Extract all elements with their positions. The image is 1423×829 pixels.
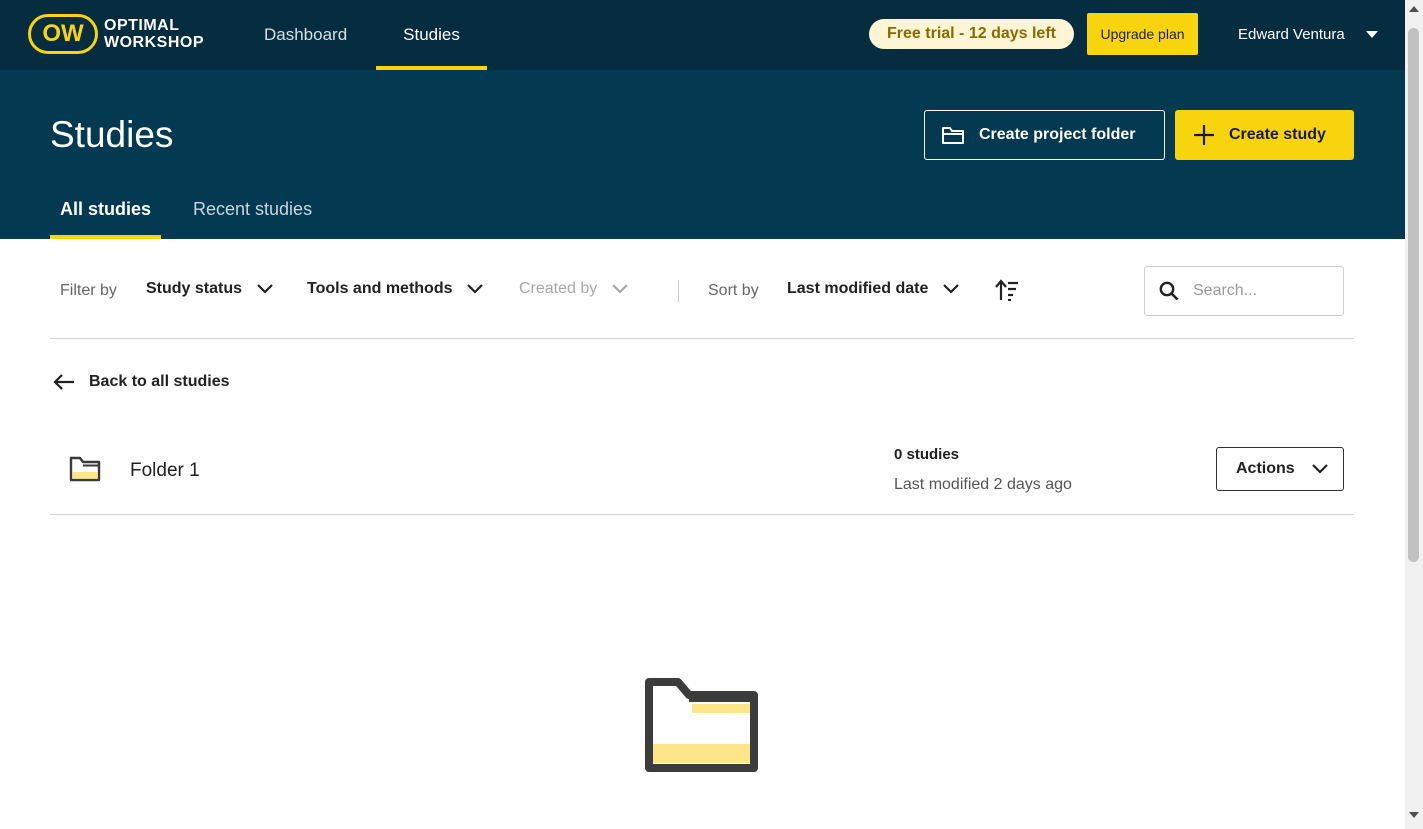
optimal-workshop-logo[interactable]: OW OPTIMAL WORKSHOP [28, 14, 204, 54]
logo-wordmark: OPTIMAL WORKSHOP [104, 17, 204, 51]
study-status-label: Study status [146, 280, 243, 297]
actions-label: Actions [1236, 460, 1295, 477]
sort-direction-button[interactable] [995, 279, 1019, 301]
tab-recent-studies[interactable]: Recent studies [193, 180, 312, 239]
tab-all-studies[interactable]: All studies [50, 180, 161, 239]
back-link-label: Back to all studies [89, 373, 230, 390]
folder-icon [69, 456, 101, 482]
chevron-down-icon [1311, 464, 1328, 474]
sort-by-label: Sort by [708, 282, 759, 299]
folder-study-count: 0 studies [894, 446, 960, 463]
nav-studies[interactable]: Studies [376, 0, 487, 70]
create-project-folder-label: Create project folder [979, 126, 1136, 143]
page-scrollbar[interactable] [1405, 0, 1423, 829]
nav-dashboard[interactable]: Dashboard [264, 0, 347, 70]
arrow-left-icon [53, 374, 74, 390]
user-menu[interactable]: Edward Ventura [1238, 26, 1345, 43]
filter-by-label: Filter by [60, 282, 117, 299]
folder-row: Folder 1 0 studies Last modified 2 days … [50, 430, 1354, 515]
upgrade-plan-button[interactable]: Upgrade plan [1087, 13, 1198, 55]
tools-methods-label: Tools and methods [307, 280, 453, 297]
sort-value-label: Last modified date [787, 280, 929, 297]
create-study-label: Create study [1229, 126, 1326, 143]
chevron-down-icon [467, 284, 484, 294]
create-project-folder-button[interactable]: Create project folder [924, 110, 1165, 160]
folder-outline-icon [942, 127, 964, 144]
top-navigation: OW OPTIMAL WORKSHOP Dashboard Studies Fr… [0, 0, 1405, 70]
folder-name[interactable]: Folder 1 [130, 460, 200, 482]
chevron-down-icon [612, 284, 629, 294]
logo-mark: OW [28, 14, 98, 54]
filter-separator [678, 280, 679, 302]
sort-descending-icon [995, 279, 1018, 301]
create-study-button[interactable]: Create study [1175, 110, 1354, 160]
actions-dropdown-button[interactable]: Actions [1216, 447, 1344, 491]
logo-line-2: WORKSHOP [104, 34, 204, 51]
chevron-down-icon [943, 284, 960, 294]
caret-down-icon[interactable] [1366, 31, 1378, 38]
page-title: Studies [50, 114, 174, 155]
search-icon [1159, 281, 1179, 301]
study-status-dropdown[interactable]: Study status [146, 280, 274, 298]
created-by-dropdown: Created by [519, 280, 629, 298]
folder-last-modified: Last modified 2 days ago [894, 476, 1072, 493]
search-input[interactable] [1193, 282, 1333, 300]
scroll-down-arrow-icon[interactable] [1409, 812, 1419, 818]
created-by-label: Created by [519, 280, 598, 297]
plus-icon [1194, 125, 1214, 145]
logo-line-1: OPTIMAL [104, 17, 180, 34]
filter-bar: Filter by Study status Tools and methods… [50, 266, 1354, 316]
scrollbar-thumb[interactable] [1408, 28, 1419, 562]
tools-methods-dropdown[interactable]: Tools and methods [307, 280, 484, 298]
sort-dropdown[interactable]: Last modified date [787, 280, 960, 298]
chevron-down-icon [257, 284, 273, 294]
search-box [1144, 266, 1344, 316]
filter-divider [50, 338, 1354, 339]
empty-folder-illustration [645, 678, 758, 772]
free-trial-badge: Free trial - 12 days left [869, 19, 1074, 49]
scroll-up-arrow-icon[interactable] [1409, 6, 1419, 12]
page-header: Studies Create project folder Create stu… [0, 70, 1405, 239]
back-to-all-studies-link[interactable]: Back to all studies [53, 373, 230, 391]
